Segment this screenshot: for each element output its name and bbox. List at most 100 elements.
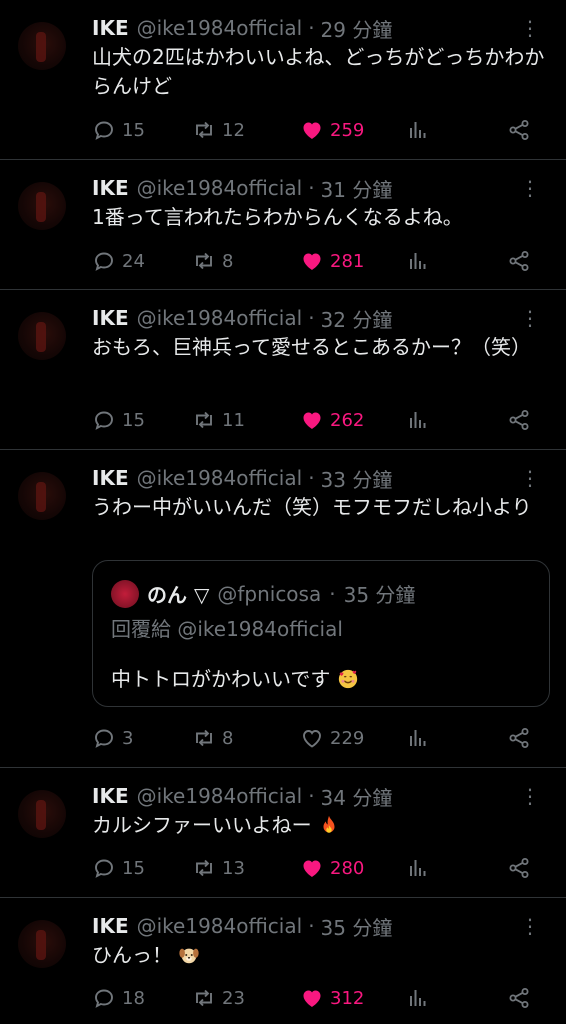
- like-count: 281: [330, 250, 365, 272]
- like-button[interactable]: 280: [300, 856, 364, 880]
- tweet-text-row: カルシファーいいよねー: [92, 811, 554, 840]
- handle[interactable]: @ike1984official: [137, 176, 303, 200]
- avatar[interactable]: [18, 790, 66, 838]
- bar-chart-icon: [410, 122, 426, 138]
- separator: ·: [308, 306, 315, 330]
- retweet-button[interactable]: 8: [192, 249, 233, 273]
- more-options-icon[interactable]: ⋮: [520, 464, 540, 492]
- separator: ·: [308, 16, 315, 40]
- tweet-text: カルシファーいいよねー: [92, 813, 312, 837]
- action-bar: 15 13 280: [92, 853, 542, 883]
- display-name[interactable]: IKE: [92, 16, 129, 40]
- reply-icon: [95, 411, 113, 430]
- more-options-icon[interactable]: ⋮: [520, 782, 540, 810]
- heart-filled-icon: [303, 253, 321, 270]
- retweet-button[interactable]: 23: [192, 986, 245, 1010]
- view-stats-button[interactable]: [406, 249, 430, 273]
- display-name[interactable]: IKE: [92, 306, 129, 330]
- timestamp[interactable]: 33 分鐘: [321, 464, 393, 493]
- quoted-tweet[interactable]: のん ▽ @fpnicosa · 35 分鐘 回覆給 @ike1984offic…: [92, 560, 550, 707]
- display-name[interactable]: IKE: [92, 784, 129, 808]
- timestamp[interactable]: 34 分鐘: [321, 782, 393, 811]
- tweet-text: おもろ、巨神兵って愛せるとこあるかー？（笑）: [92, 335, 531, 359]
- share-button[interactable]: [507, 856, 531, 880]
- view-stats-button[interactable]: [406, 118, 430, 142]
- like-button[interactable]: 229: [300, 726, 364, 750]
- timestamp[interactable]: 32 分鐘: [321, 304, 393, 333]
- quoted-handle[interactable]: @fpnicosa: [217, 582, 321, 606]
- reply-button[interactable]: 24: [92, 249, 145, 273]
- reply-button[interactable]: 15: [92, 408, 145, 432]
- tweet-header: IKE @ike1984official · 34 分鐘: [92, 782, 392, 810]
- tweet[interactable]: IKE @ike1984official · 34 分鐘 ⋮ カルシファーいいよ…: [0, 768, 566, 898]
- quoted-display-name[interactable]: のん ▽: [147, 579, 209, 608]
- tweet[interactable]: IKE @ike1984official · 33 分鐘 ⋮ うわー中がいいんだ…: [0, 450, 566, 768]
- like-button[interactable]: 312: [300, 986, 364, 1010]
- quoted-avatar[interactable]: [111, 579, 139, 608]
- retweet-count: 11: [222, 409, 245, 431]
- action-bar: 15 11 262: [92, 405, 542, 435]
- view-stats-button[interactable]: [406, 856, 430, 880]
- retweet-icon: [196, 411, 212, 429]
- handle[interactable]: @ike1984official: [137, 466, 303, 490]
- display-name[interactable]: IKE: [92, 466, 129, 490]
- reply-button[interactable]: 3: [92, 726, 133, 750]
- share-icon: [509, 728, 529, 748]
- avatar[interactable]: [18, 472, 66, 520]
- tweet[interactable]: IKE @ike1984official · 31 分鐘 ⋮ 1番って言われたら…: [0, 160, 566, 290]
- avatar[interactable]: [18, 22, 66, 70]
- more-options-icon[interactable]: ⋮: [520, 174, 540, 202]
- more-options-icon[interactable]: ⋮: [520, 14, 540, 42]
- share-icon: [509, 251, 529, 271]
- avatar[interactable]: [18, 920, 66, 968]
- retweet-icon: [196, 729, 212, 747]
- tweet[interactable]: IKE @ike1984official · 32 分鐘 ⋮ おもろ、巨神兵って…: [0, 290, 566, 450]
- tweet[interactable]: IKE @ike1984official · 29 分鐘 ⋮ 山犬の2匹はかわい…: [0, 0, 566, 160]
- heart-filled-icon: [303, 122, 321, 139]
- view-stats-button[interactable]: [406, 726, 430, 750]
- retweet-icon: [196, 121, 212, 139]
- timestamp[interactable]: 35 分鐘: [321, 912, 393, 941]
- reply-button[interactable]: 18: [92, 986, 145, 1010]
- like-button[interactable]: 262: [300, 408, 364, 432]
- separator: ·: [308, 784, 315, 808]
- share-button[interactable]: [507, 249, 531, 273]
- retweet-count: 23: [222, 987, 245, 1009]
- handle[interactable]: @ike1984official: [137, 914, 303, 938]
- retweet-button[interactable]: 11: [192, 408, 245, 432]
- tweet-text: 山犬の2匹はかわいいよね、どっちがどっちかわからんけど: [92, 45, 545, 98]
- display-name[interactable]: IKE: [92, 176, 129, 200]
- timestamp[interactable]: 31 分鐘: [321, 174, 393, 203]
- quoted-timestamp[interactable]: 35 分鐘: [344, 579, 416, 608]
- display-name[interactable]: IKE: [92, 914, 129, 938]
- tweet[interactable]: IKE @ike1984official · 35 分鐘 ⋮ ひんっ！ 18 2…: [0, 898, 566, 1024]
- view-stats-button[interactable]: [406, 986, 430, 1010]
- reply-button[interactable]: 15: [92, 118, 145, 142]
- handle[interactable]: @ike1984official: [137, 784, 303, 808]
- handle[interactable]: @ike1984official: [137, 16, 303, 40]
- like-button[interactable]: 281: [300, 249, 364, 273]
- retweet-button[interactable]: 12: [192, 118, 245, 142]
- action-bar: 24 8 281: [92, 246, 542, 276]
- retweet-button[interactable]: 8: [192, 726, 233, 750]
- handle[interactable]: @ike1984official: [137, 306, 303, 330]
- more-options-icon[interactable]: ⋮: [520, 912, 540, 940]
- tweet-header: IKE @ike1984official · 35 分鐘: [92, 912, 392, 940]
- retweet-button[interactable]: 13: [192, 856, 245, 880]
- quoted-text: 中トトロがかわいいです: [111, 667, 331, 691]
- view-stats-button[interactable]: [406, 408, 430, 432]
- avatar[interactable]: [18, 182, 66, 230]
- more-options-icon[interactable]: ⋮: [520, 304, 540, 332]
- bar-chart-icon: [410, 253, 426, 269]
- like-count: 262: [330, 409, 365, 431]
- like-button[interactable]: 259: [300, 118, 364, 142]
- share-button[interactable]: [507, 726, 531, 750]
- retweet-count: 12: [222, 119, 245, 141]
- share-button[interactable]: [507, 986, 531, 1010]
- share-button[interactable]: [507, 408, 531, 432]
- timestamp[interactable]: 29 分鐘: [321, 14, 393, 43]
- avatar[interactable]: [18, 312, 66, 360]
- share-button[interactable]: [507, 118, 531, 142]
- reply-button[interactable]: 15: [92, 856, 145, 880]
- reply-icon: [95, 729, 113, 748]
